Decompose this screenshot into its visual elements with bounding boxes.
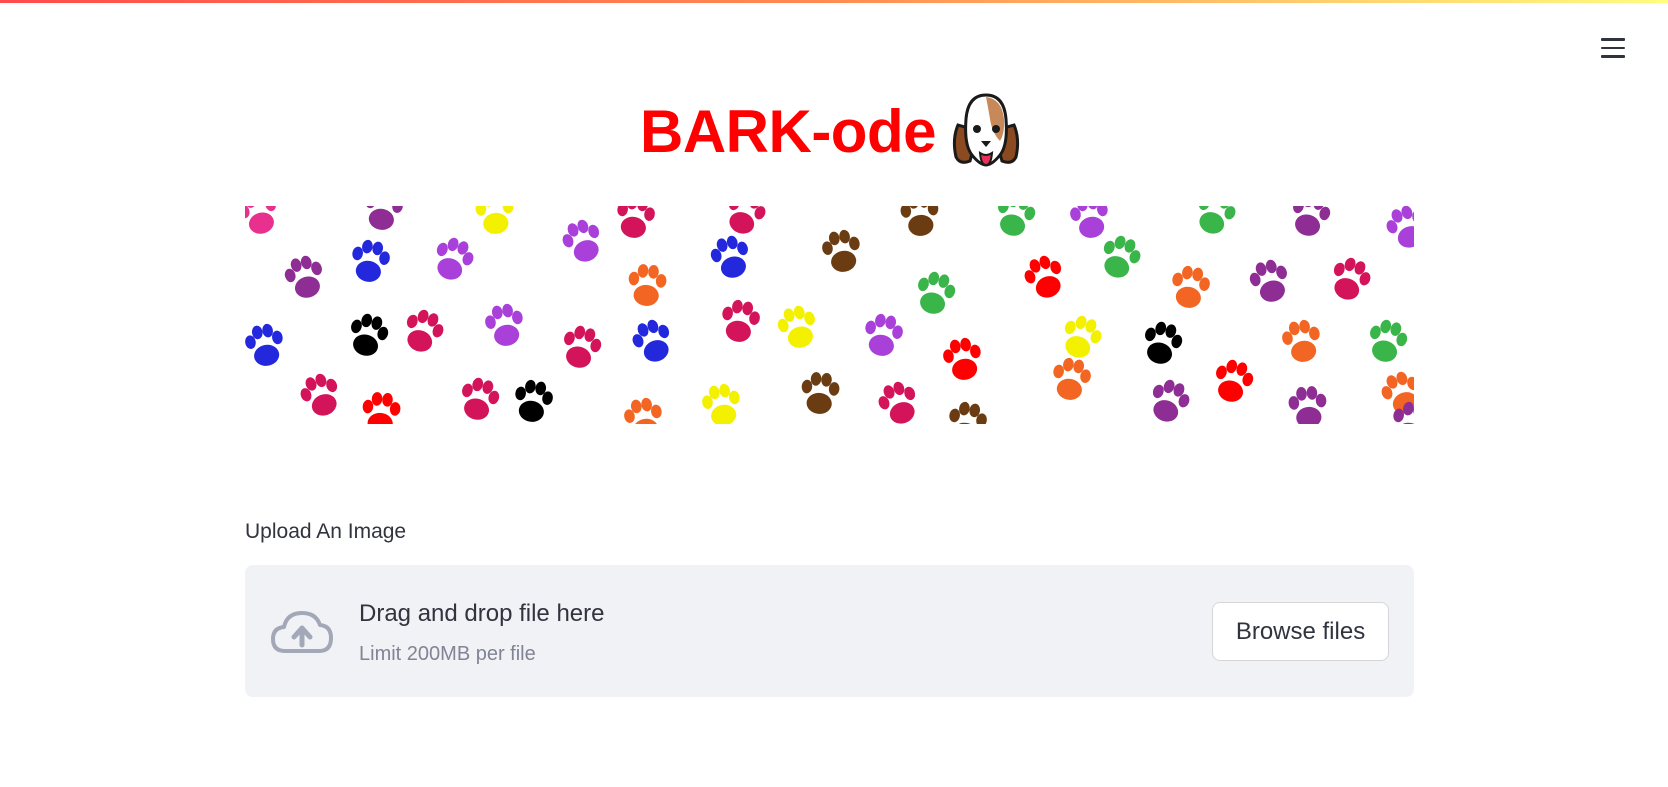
paw-print bbox=[774, 302, 822, 353]
paw-print bbox=[819, 227, 865, 275]
paw-print bbox=[717, 297, 763, 345]
paw-print bbox=[281, 252, 329, 303]
paw-print bbox=[1095, 231, 1146, 284]
paw-print bbox=[510, 377, 556, 424]
paw-print bbox=[482, 301, 528, 349]
paw-print bbox=[1209, 356, 1257, 407]
paw-print bbox=[1286, 206, 1334, 241]
paw-print bbox=[455, 374, 503, 424]
paw-print bbox=[626, 262, 668, 308]
paw-print bbox=[1019, 251, 1070, 304]
paw-print bbox=[860, 311, 906, 359]
paw-print bbox=[1279, 317, 1325, 365]
paw-print bbox=[621, 395, 667, 424]
menu-line bbox=[1601, 46, 1625, 50]
paw-print bbox=[1246, 256, 1294, 307]
paw-print bbox=[991, 206, 1039, 241]
upload-label: Upload An Image bbox=[245, 520, 407, 543]
paw-prints-banner bbox=[245, 206, 1414, 424]
paw-print bbox=[557, 215, 608, 268]
paw-print bbox=[873, 377, 924, 424]
page-title-text: BARK-ode bbox=[640, 97, 936, 165]
paw-print bbox=[557, 322, 605, 373]
paw-print bbox=[1325, 253, 1376, 306]
paw-print bbox=[347, 237, 393, 285]
paw-print bbox=[699, 381, 745, 424]
paw-print bbox=[360, 390, 402, 424]
paw-print bbox=[1067, 206, 1113, 241]
menu-line bbox=[1601, 55, 1625, 58]
page-title: BARK-ode bbox=[0, 86, 1668, 176]
paw-print bbox=[295, 369, 346, 422]
menu-line bbox=[1601, 38, 1625, 41]
paw-print bbox=[944, 399, 990, 424]
hamburger-menu-icon[interactable] bbox=[1595, 32, 1631, 64]
cloud-upload-icon bbox=[271, 611, 333, 653]
paw-print bbox=[1287, 384, 1329, 424]
paw-print bbox=[1048, 355, 1094, 403]
paw-print bbox=[1056, 311, 1107, 364]
paw-print bbox=[245, 321, 288, 369]
top-decoration-bar bbox=[0, 0, 1668, 3]
paw-print bbox=[1190, 206, 1241, 240]
file-dropzone[interactable]: Drag and drop file here Limit 200MB per … bbox=[245, 565, 1414, 697]
paw-print bbox=[360, 206, 406, 233]
paw-print bbox=[398, 305, 449, 358]
paw-print bbox=[1144, 375, 1195, 424]
drop-instruction: Drag and drop file here bbox=[359, 600, 605, 627]
paw-print bbox=[707, 232, 755, 283]
paw-print bbox=[1363, 316, 1411, 367]
paw-print bbox=[344, 310, 392, 361]
browse-files-button[interactable]: Browse files bbox=[1212, 602, 1389, 661]
paw-prints-pattern bbox=[245, 206, 1414, 424]
paw-print bbox=[1381, 206, 1414, 254]
paw-print bbox=[911, 268, 959, 319]
paw-print bbox=[627, 315, 678, 368]
paw-print bbox=[1138, 318, 1186, 369]
paw-print bbox=[245, 206, 283, 239]
paw-print bbox=[899, 206, 941, 238]
paw-print bbox=[940, 335, 986, 383]
paw-print bbox=[612, 206, 658, 241]
paw-print bbox=[428, 233, 479, 286]
paw-print bbox=[799, 370, 841, 416]
paw-print bbox=[720, 206, 771, 240]
paw-print bbox=[474, 206, 516, 236]
dog-face-icon bbox=[952, 93, 1020, 167]
paw-print bbox=[1167, 263, 1213, 311]
file-size-limit: Limit 200MB per file bbox=[359, 643, 536, 665]
